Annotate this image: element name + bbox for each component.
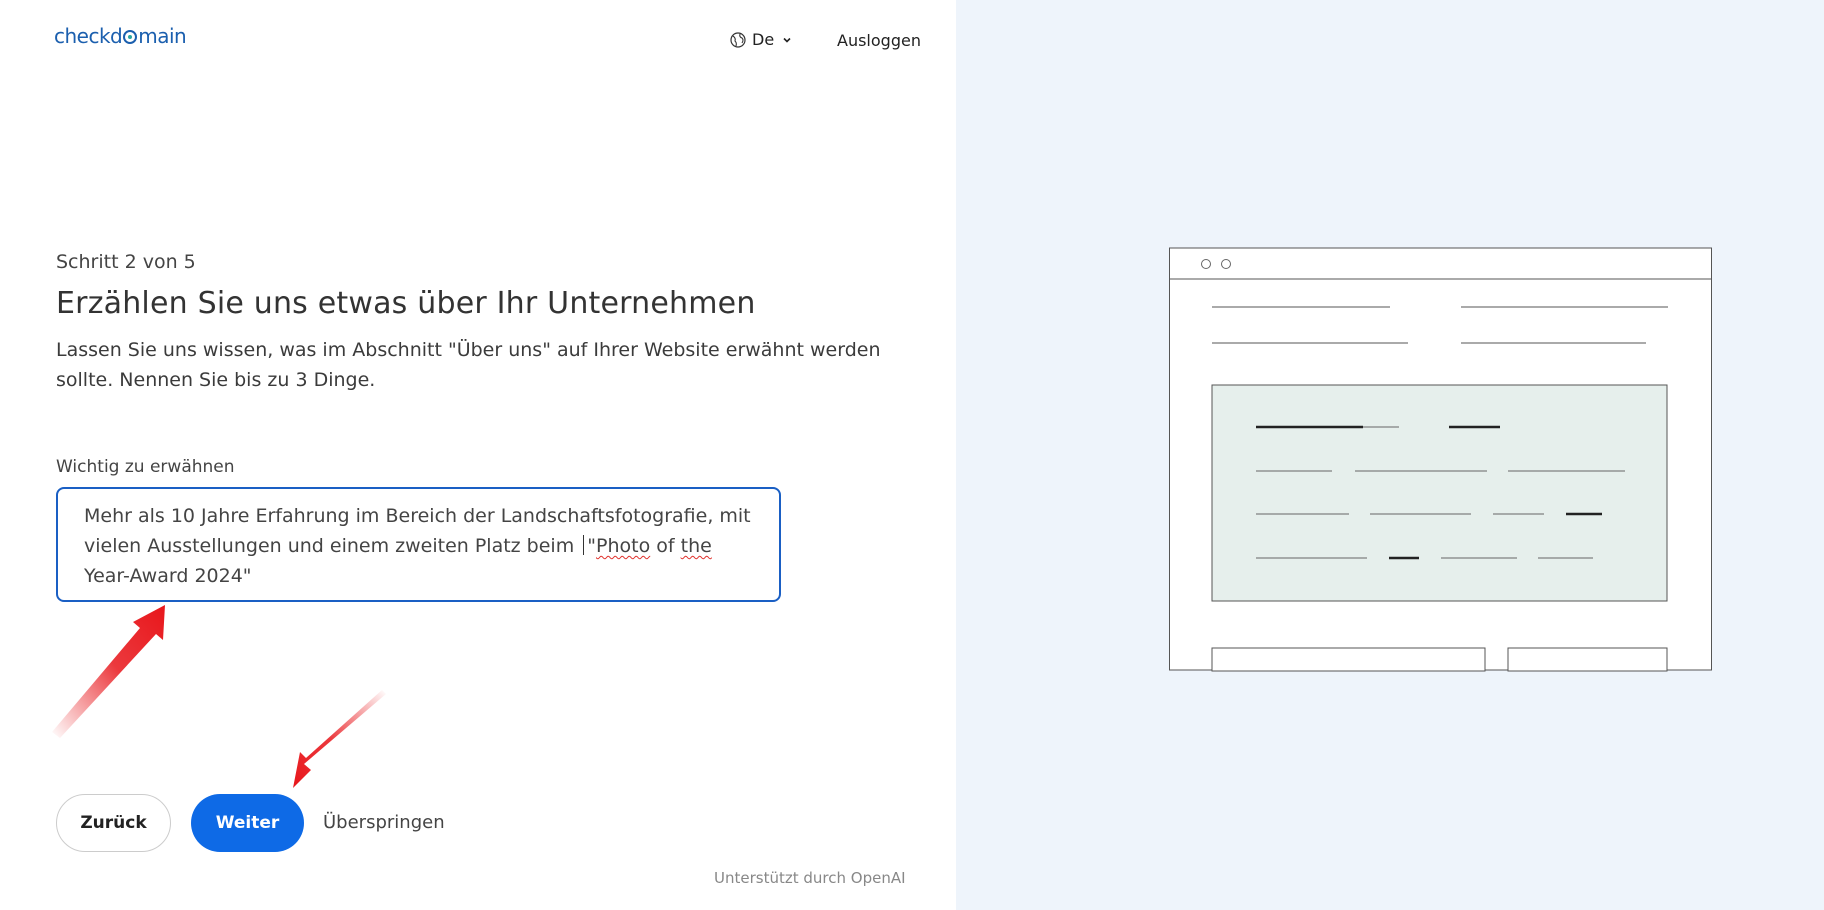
back-button[interactable]: Zurück [56, 794, 171, 852]
next-button[interactable]: Weiter [191, 794, 304, 852]
textarea-text: Year-Award 2024" [84, 565, 252, 587]
powered-by-text: Unterstützt durch OpenAI [714, 869, 906, 887]
chevron-down-icon [783, 37, 791, 43]
globe-icon [730, 31, 746, 48]
logo-o-mark [123, 30, 138, 44]
page-title: Erzählen Sie uns etwas über Ihr Unterneh… [56, 286, 756, 321]
content-panel: checkd main De Ausloggen Schritt 2 von 5 … [0, 0, 956, 910]
checkdomain-logo[interactable]: checkd main [54, 24, 187, 48]
website-preview-illustration [1169, 247, 1712, 672]
textarea-text-misspelled: Photo [596, 535, 651, 557]
language-label: De [752, 30, 775, 49]
logout-link[interactable]: Ausloggen [837, 31, 921, 50]
textarea-text: of [650, 535, 681, 557]
about-textarea[interactable]: Mehr als 10 Jahre Erfahrung im Bereich d… [56, 487, 781, 602]
field-label: Wichtig zu erwähnen [56, 457, 235, 477]
language-selector[interactable]: De [730, 30, 792, 49]
textarea-text-misspelled: the [680, 535, 712, 557]
page-description: Lassen Sie uns wissen, was im Abschnitt … [56, 339, 881, 391]
textarea-text-quote: " [587, 535, 597, 557]
step-indicator: Schritt 2 von 5 [56, 251, 196, 273]
skip-link[interactable]: Überspringen [323, 812, 445, 833]
text-cursor [583, 535, 585, 555]
